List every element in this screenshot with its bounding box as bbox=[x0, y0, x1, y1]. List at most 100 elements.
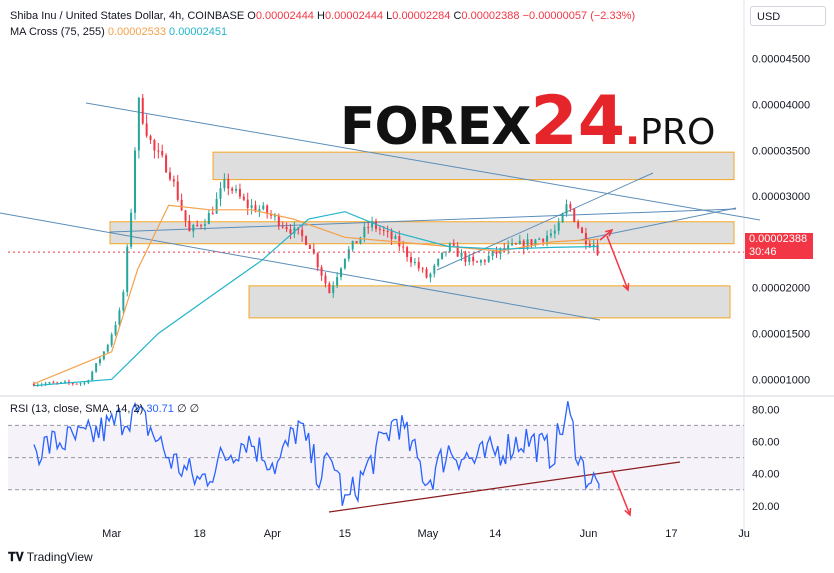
open-label: O bbox=[247, 10, 256, 22]
price-tick-label: 0.00003000 bbox=[752, 191, 810, 203]
candle-body bbox=[581, 227, 584, 234]
candle-body bbox=[472, 256, 475, 262]
candle-body bbox=[219, 188, 222, 199]
candle-body bbox=[378, 228, 381, 231]
price-tick-label: 0.00003500 bbox=[752, 145, 810, 157]
price-tick-label: 0.00001000 bbox=[752, 374, 810, 386]
candle-body bbox=[452, 243, 455, 246]
candle-body bbox=[546, 235, 549, 242]
ma-legend[interactable]: MA Cross (75, 255) 0.00002533 0.00002451 bbox=[10, 26, 227, 38]
high-value: 0.00002444 bbox=[324, 10, 384, 22]
candle-body bbox=[417, 262, 420, 269]
time-tick-label: 14 bbox=[489, 528, 501, 540]
candle-body bbox=[246, 199, 249, 208]
candle-body bbox=[468, 256, 471, 262]
candle-body bbox=[476, 261, 479, 263]
candle-body bbox=[106, 345, 109, 352]
symbol-legend: Shiba Inu / United States Dollar, 4h, CO… bbox=[10, 10, 635, 22]
candle-body bbox=[549, 233, 552, 236]
candle-body bbox=[168, 172, 171, 180]
candle-body bbox=[130, 212, 133, 247]
candle-body bbox=[192, 224, 195, 232]
candle-body bbox=[211, 213, 214, 215]
rsi-tick-label: 40.00 bbox=[752, 469, 780, 481]
candle-body bbox=[133, 150, 136, 213]
tradingview-label: TradingView bbox=[26, 550, 93, 564]
bar-countdown: 30:46 bbox=[749, 246, 777, 258]
candle-body bbox=[200, 225, 203, 227]
candle-body bbox=[110, 334, 113, 346]
candle-body bbox=[351, 241, 354, 250]
rsi-label: RSI (13, close, SMA, 14, 2) bbox=[10, 403, 144, 415]
candle-body bbox=[483, 260, 486, 262]
candle-body bbox=[584, 233, 587, 245]
candle-body bbox=[573, 208, 576, 222]
price-zone bbox=[109, 221, 735, 245]
open-value: 0.00002444 bbox=[255, 10, 314, 22]
candle-body bbox=[437, 258, 440, 266]
logo-dot: . bbox=[625, 108, 641, 154]
candle-body bbox=[172, 179, 175, 182]
candle-body bbox=[184, 210, 187, 221]
price-tick-label: 0.00001500 bbox=[752, 328, 810, 340]
rsi-legend[interactable]: RSI (13, close, SMA, 14, 2) 30.71 ∅ ∅ bbox=[10, 402, 199, 415]
candle-body bbox=[316, 253, 319, 268]
candle-body bbox=[223, 179, 226, 189]
candle-body bbox=[421, 268, 424, 270]
time-tick-label: 17 bbox=[665, 528, 677, 540]
candle-body bbox=[569, 204, 572, 209]
candle-body bbox=[382, 230, 385, 232]
candle-body bbox=[153, 139, 156, 151]
candle-body bbox=[281, 226, 284, 228]
candle-body bbox=[336, 277, 339, 286]
candle-body bbox=[441, 252, 444, 259]
candle-body bbox=[141, 97, 144, 124]
candle-body bbox=[312, 249, 315, 254]
candle-body bbox=[207, 213, 210, 225]
candle-body bbox=[553, 230, 556, 234]
price-zone bbox=[248, 285, 731, 319]
candle-body bbox=[203, 224, 206, 226]
candle-body bbox=[145, 123, 148, 136]
candle-body bbox=[289, 229, 292, 234]
candle-body bbox=[305, 236, 308, 245]
candle-body bbox=[592, 244, 595, 247]
candle-body bbox=[126, 246, 129, 293]
candle-body bbox=[448, 243, 451, 252]
candle-body bbox=[231, 188, 234, 191]
candle-body bbox=[429, 273, 432, 278]
candle-body bbox=[176, 181, 179, 200]
candle-body bbox=[495, 251, 498, 255]
time-tick-label: Apr bbox=[264, 528, 281, 540]
rsi-extra: ∅ ∅ bbox=[176, 403, 200, 415]
candle-body bbox=[409, 256, 412, 263]
candle-body bbox=[308, 244, 311, 250]
time-tick-label: Ju bbox=[738, 528, 750, 540]
candle-body bbox=[277, 215, 280, 227]
tradingview-logo-icon: 𝐓𝐕 bbox=[8, 550, 24, 564]
candle-body bbox=[363, 227, 366, 238]
candle-body bbox=[161, 150, 164, 156]
price-tick-label: 0.00004000 bbox=[752, 100, 810, 112]
candle-body bbox=[526, 239, 529, 249]
candle-body bbox=[188, 220, 191, 232]
time-tick-label: Mar bbox=[102, 528, 121, 540]
candle-body bbox=[48, 382, 51, 384]
candle-body bbox=[79, 383, 82, 385]
candle-body bbox=[542, 238, 545, 242]
tradingview-brand[interactable]: 𝐓𝐕 TradingView bbox=[8, 550, 93, 565]
candle-body bbox=[235, 188, 238, 191]
candle-body bbox=[250, 205, 253, 208]
candle-body bbox=[64, 381, 67, 383]
candle-body bbox=[157, 150, 160, 152]
currency-button[interactable]: USD bbox=[750, 6, 826, 26]
price-tick-label: 0.00002000 bbox=[752, 283, 810, 295]
low-value: 0.00002284 bbox=[392, 10, 451, 22]
candle-body bbox=[328, 283, 331, 294]
candle-body bbox=[425, 269, 428, 278]
candle-body bbox=[215, 198, 218, 214]
candle-body bbox=[518, 240, 521, 245]
candle-body bbox=[91, 371, 94, 381]
candle-body bbox=[118, 310, 121, 325]
candle-body bbox=[324, 275, 327, 284]
